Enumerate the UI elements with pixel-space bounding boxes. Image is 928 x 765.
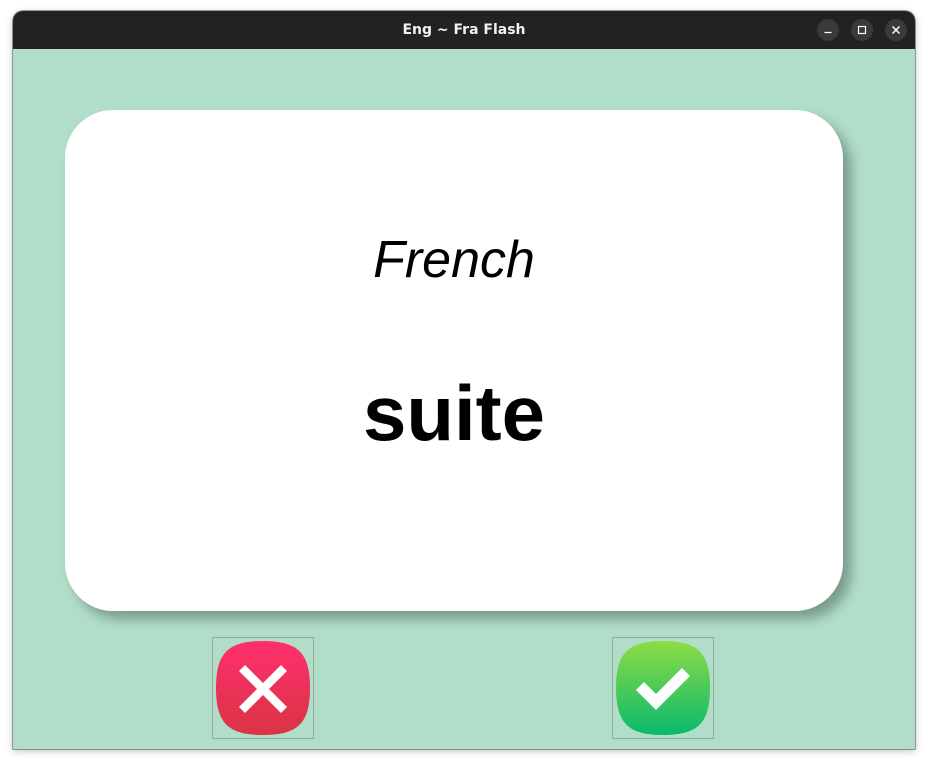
- card-language-title: French: [373, 231, 535, 289]
- minimize-button[interactable]: [817, 19, 839, 41]
- flashcard-area: French suite: [13, 49, 915, 749]
- wrong-button[interactable]: [212, 637, 314, 739]
- close-icon: [892, 26, 900, 34]
- maximize-icon: [857, 25, 867, 35]
- maximize-button[interactable]: [851, 19, 873, 41]
- right-button[interactable]: [612, 637, 714, 739]
- checkmark-icon: [616, 641, 710, 735]
- cross-icon: [216, 641, 310, 735]
- flashcard: French suite: [65, 110, 843, 611]
- card-word: suite: [362, 369, 546, 457]
- close-button[interactable]: [885, 19, 907, 41]
- minimize-icon: [824, 31, 832, 34]
- window-title: Eng ~ Fra Flash: [402, 22, 526, 38]
- title-bar[interactable]: Eng ~ Fra Flash: [13, 11, 915, 49]
- app-window: Eng ~ Fra Flash French suite: [13, 11, 915, 749]
